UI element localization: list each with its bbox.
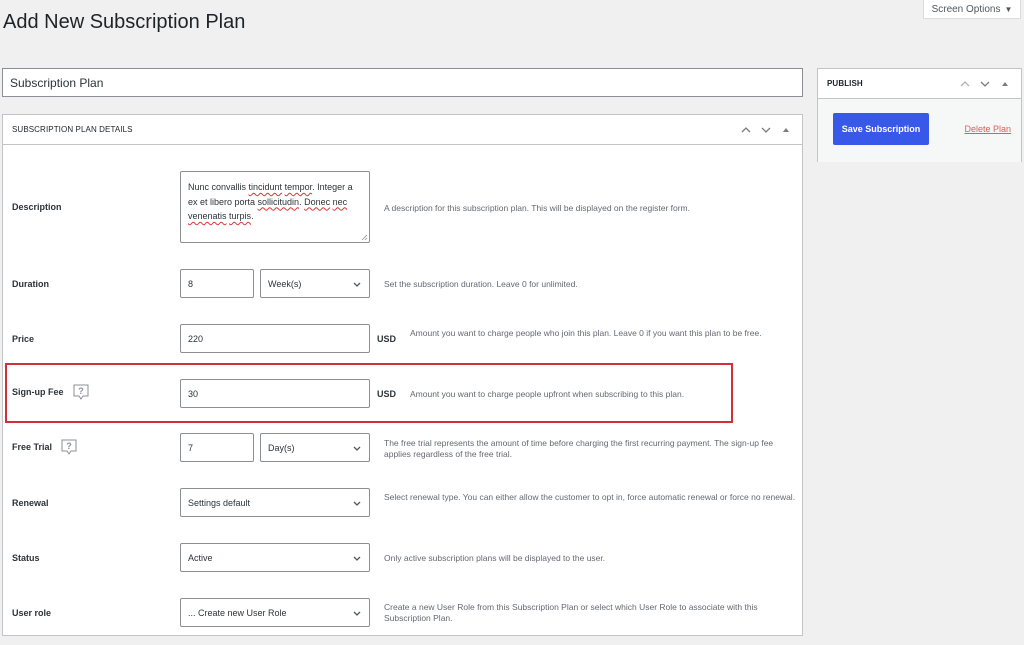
free-trial-input[interactable]: 7 bbox=[180, 433, 254, 462]
free-trial-label: Free Trial bbox=[12, 442, 53, 452]
user-role-value: ... Create new User Role bbox=[188, 607, 287, 618]
misspelled-word: turpis bbox=[229, 211, 252, 221]
user-role-help: Create a new User Role from this Subscri… bbox=[384, 602, 758, 623]
plan-title-input[interactable] bbox=[2, 68, 803, 97]
misspelled-word: Donec bbox=[304, 196, 331, 207]
price-label: Price bbox=[12, 334, 35, 344]
chevron-down-icon bbox=[353, 556, 361, 561]
free-trial-value: 7 bbox=[188, 442, 194, 453]
signup-fee-label: Sign-up Fee bbox=[12, 387, 64, 397]
page-title: Add New Subscription Plan bbox=[3, 11, 246, 33]
renewal-value: Settings default bbox=[188, 497, 251, 508]
signup-fee-help: Amount you want to charge people upfront… bbox=[410, 389, 685, 399]
chevron-down-icon bbox=[353, 282, 361, 287]
publish-box-header: Publish bbox=[818, 69, 1021, 99]
signup-fee-label-wrap: Sign-up Fee ? bbox=[12, 383, 90, 401]
status-help: Only active subscription plans will be d… bbox=[384, 553, 606, 563]
collapse-toggle-icon[interactable] bbox=[998, 77, 1012, 91]
signup-fee-value: 30 bbox=[188, 388, 199, 399]
misspelled-word: sollicitudin bbox=[257, 196, 300, 207]
subscription-plan-details-box: Subscription Plan Details Description Nu… bbox=[2, 114, 803, 636]
price-input[interactable]: 220 bbox=[180, 324, 370, 353]
duration-value: 8 bbox=[188, 278, 194, 289]
delete-plan-link[interactable]: Delete Plan bbox=[964, 124, 1011, 134]
free-trial-unit-value: Day(s) bbox=[268, 442, 295, 453]
chevron-down-icon bbox=[353, 446, 361, 451]
price-help: Amount you want to charge people who joi… bbox=[410, 328, 762, 338]
price-value: 220 bbox=[188, 333, 204, 344]
caret-down-icon: ▼ bbox=[1004, 4, 1013, 14]
chevron-down-icon bbox=[353, 501, 361, 506]
misspelled-word: tincidunt bbox=[248, 182, 283, 192]
status-value: Active bbox=[188, 552, 213, 563]
move-up-icon[interactable] bbox=[958, 77, 972, 91]
description-help: A description for this subscription plan… bbox=[384, 203, 690, 213]
resize-grip-icon[interactable] bbox=[361, 234, 368, 241]
publish-box: Publish Save Subscription Delete Plan bbox=[817, 68, 1022, 162]
publish-box-heading: Publish bbox=[827, 79, 863, 88]
status-select[interactable]: Active bbox=[180, 543, 370, 572]
description-textarea[interactable]: Nunc convallis tincidunt tempor. Integer… bbox=[180, 171, 370, 243]
screen-options-label: Screen Options bbox=[931, 3, 1001, 15]
screen-options-button[interactable]: Screen Options ▼ bbox=[923, 0, 1021, 19]
duration-input[interactable]: 8 bbox=[180, 269, 254, 298]
duration-unit-value: Week(s) bbox=[268, 278, 302, 289]
help-tooltip-icon[interactable]: ? bbox=[60, 438, 78, 456]
collapse-toggle-icon[interactable] bbox=[779, 123, 793, 137]
price-currency: USD bbox=[377, 334, 397, 344]
signup-fee-input[interactable]: 30 bbox=[180, 379, 370, 408]
text-segment: Nunc convallis bbox=[188, 182, 249, 192]
user-role-label: User role bbox=[12, 608, 52, 618]
duration-unit-select[interactable]: Week(s) bbox=[260, 269, 370, 298]
misspelled-word: tempor bbox=[284, 182, 313, 192]
svg-text:?: ? bbox=[78, 386, 84, 396]
svg-text:?: ? bbox=[66, 441, 72, 451]
help-tooltip-icon[interactable]: ? bbox=[72, 383, 90, 401]
free-trial-unit-select[interactable]: Day(s) bbox=[260, 433, 370, 462]
misspelled-word: venenatis bbox=[188, 211, 227, 221]
status-label: Status bbox=[12, 553, 40, 563]
renewal-help: Select renewal type. You can either allo… bbox=[384, 492, 796, 502]
misspelled-word: nec bbox=[332, 196, 348, 207]
details-box-header: Subscription Plan Details bbox=[3, 115, 802, 145]
move-down-icon[interactable] bbox=[759, 123, 773, 137]
user-role-select[interactable]: ... Create new User Role bbox=[180, 598, 370, 627]
publish-box-body: Save Subscription Delete Plan bbox=[818, 99, 1021, 162]
signup-fee-currency: USD bbox=[377, 389, 397, 399]
renewal-select[interactable]: Settings default bbox=[180, 488, 370, 517]
duration-help: Set the subscription duration. Leave 0 f… bbox=[384, 279, 578, 289]
save-subscription-button[interactable]: Save Subscription bbox=[833, 113, 929, 145]
details-box-heading: Subscription Plan Details bbox=[12, 125, 133, 134]
chevron-down-icon bbox=[353, 611, 361, 616]
duration-label: Duration bbox=[12, 279, 49, 289]
move-up-icon[interactable] bbox=[739, 123, 753, 137]
text-segment: . bbox=[251, 211, 254, 221]
description-label: Description bbox=[12, 202, 62, 212]
move-down-icon[interactable] bbox=[978, 77, 992, 91]
free-trial-label-wrap: Free Trial ? bbox=[12, 438, 78, 456]
renewal-label: Renewal bbox=[12, 498, 49, 508]
free-trial-help: The free trial represents the amount of … bbox=[384, 438, 774, 459]
